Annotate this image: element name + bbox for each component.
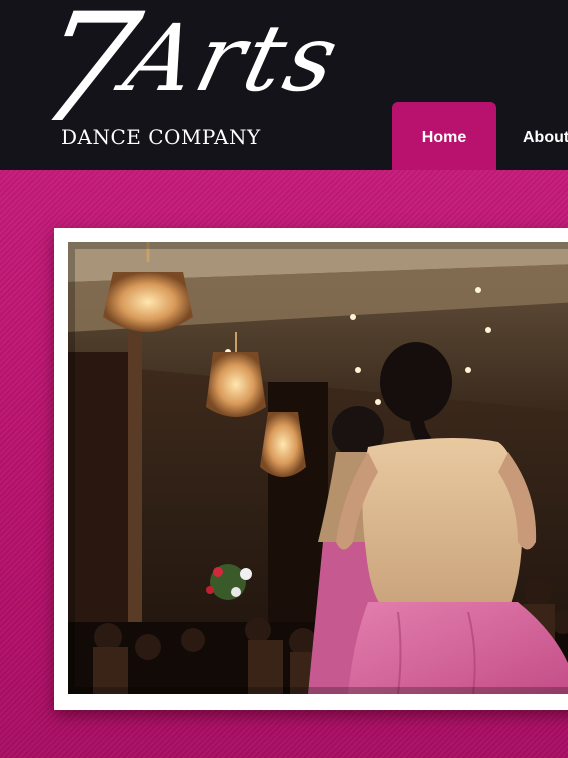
dance-performance-photo: [68, 242, 568, 694]
hero-photo: [68, 242, 568, 694]
site-logo[interactable]: 7 Arts DANCE COMPANY: [18, 0, 378, 158]
logo-word: Arts: [114, 5, 353, 112]
nav-item-home[interactable]: Home: [392, 102, 496, 170]
site-header: 7 Arts DANCE COMPANY Home About: [0, 0, 568, 170]
nav-item-about[interactable]: About: [523, 102, 568, 170]
main-content: [0, 170, 568, 758]
logo-subtitle: DANCE COMPANY: [61, 125, 261, 149]
hero-photo-frame: [54, 228, 568, 710]
